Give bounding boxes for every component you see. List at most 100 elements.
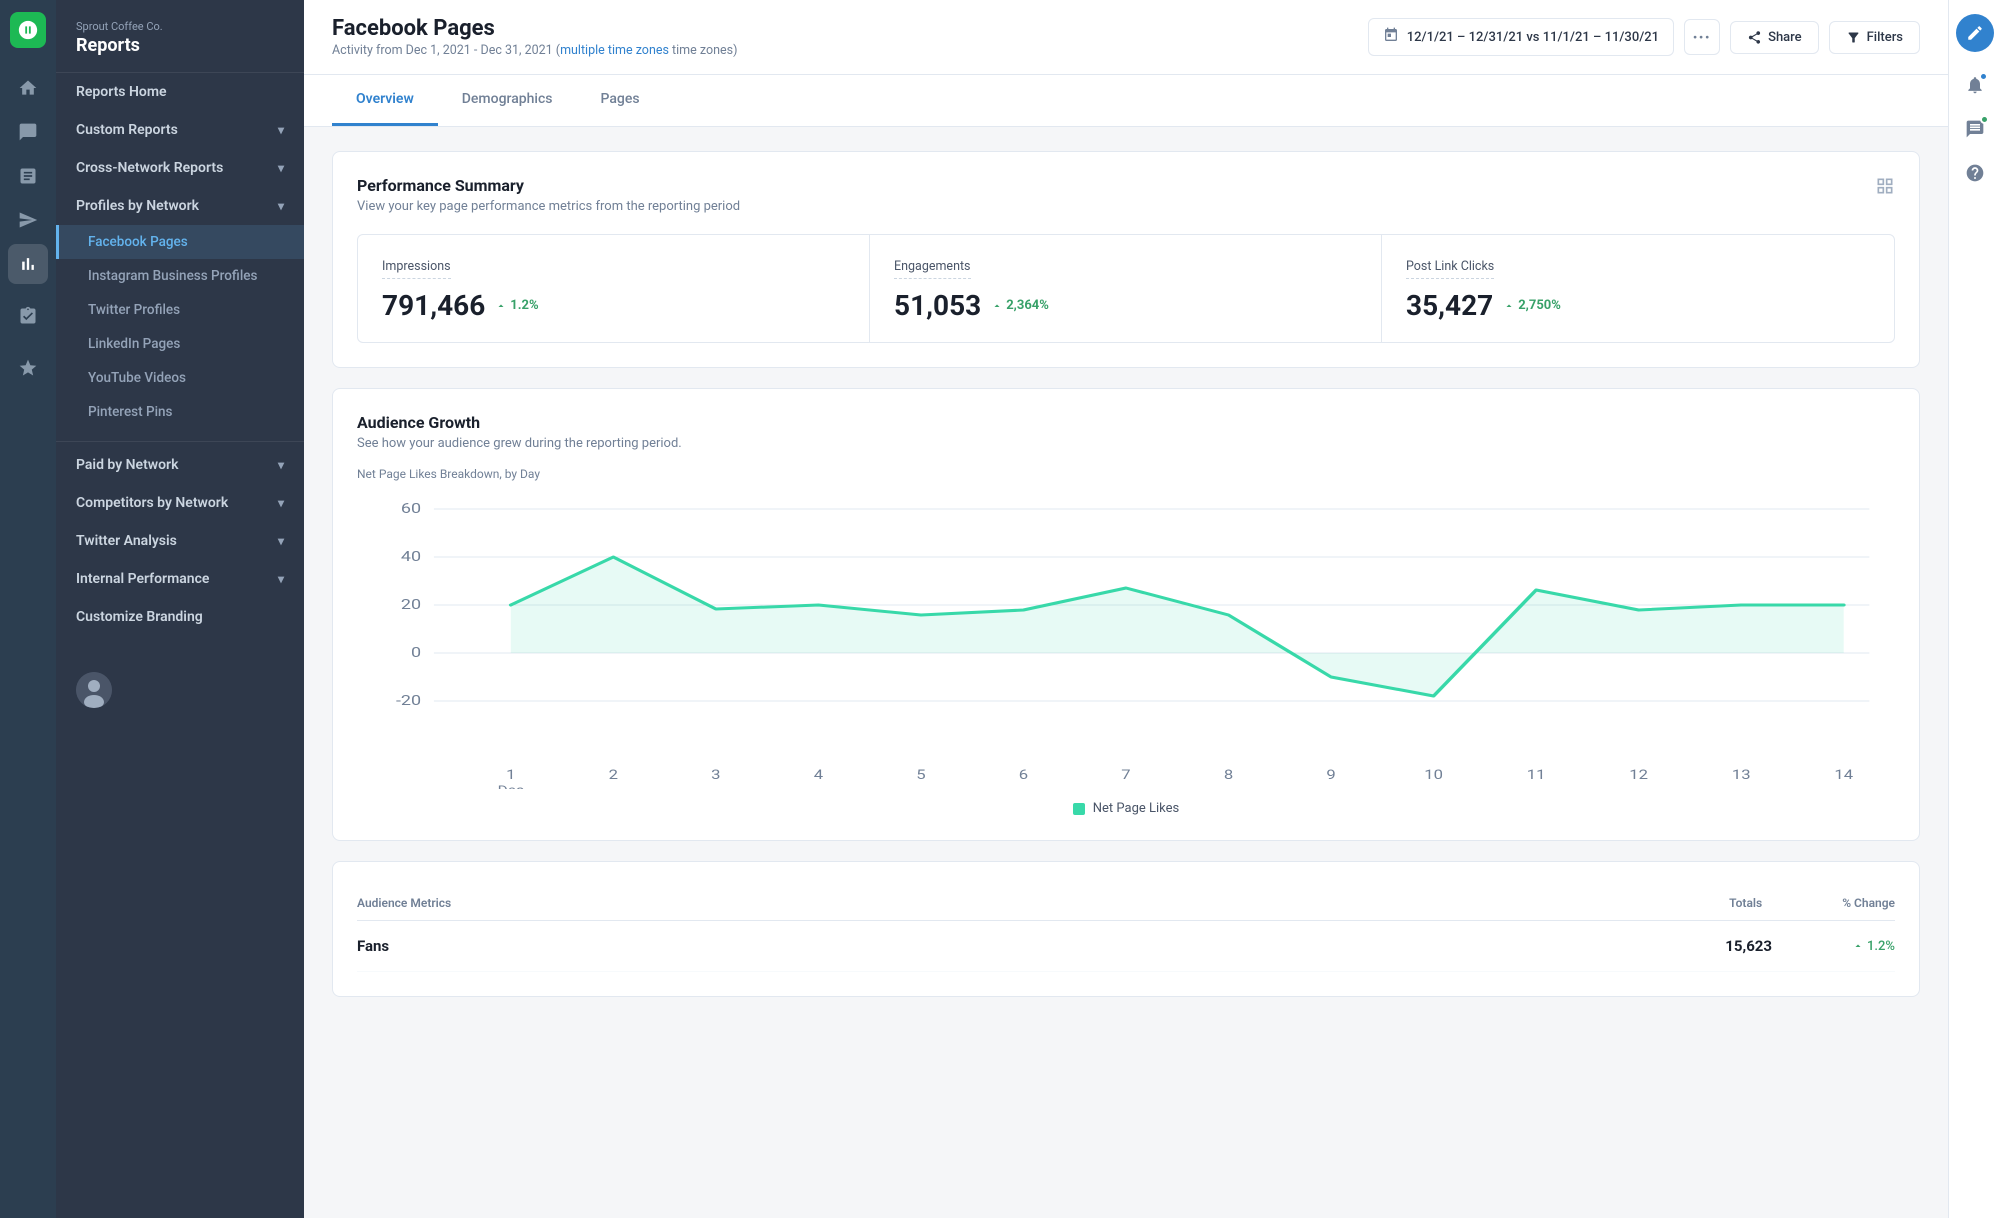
sidebar-sub-pinterest-pins[interactable]: Pinterest Pins [56,395,304,429]
profiles-by-network-label: Profiles by Network [76,198,199,214]
fans-label: Fans [357,937,389,955]
fans-change: 1.2% [1852,939,1895,954]
sidebar-sub-linkedin-pages[interactable]: LinkedIn Pages [56,327,304,361]
engagements-value: 51,053 2,364% [894,289,1357,322]
nav-icon-reports[interactable] [8,244,48,284]
chevron-icon: ▾ [278,123,284,137]
sidebar-item-customize-branding[interactable]: Customize Branding [56,598,304,636]
engagements-label: Engagements [894,259,971,279]
impressions-value: 791,466 1.2% [382,289,845,322]
sidebar-item-profiles-by-network[interactable]: Profiles by Network ▾ [56,187,304,225]
nav-icon-messages[interactable] [8,112,48,152]
page-title-section: Facebook Pages Activity from Dec 1, 2021… [332,16,737,58]
youtube-label: YouTube Videos [88,370,186,386]
svg-text:2: 2 [609,767,618,783]
help-button[interactable] [1956,154,1994,192]
audience-growth-card: Audience Growth See how your audience gr… [332,388,1920,841]
audience-growth-chart: 60 40 20 0 -20 1 Dec 2 3 4 5 6 7 8 9 1 [357,489,1895,789]
metrics-row: Impressions 791,466 1.2% Engagements 51,… [357,234,1895,343]
sidebar-sub-instagram-business[interactable]: Instagram Business Profiles [56,259,304,293]
company-name: Sprout Coffee Co. [76,20,284,33]
chevron-icon: ▾ [278,458,284,472]
post-link-clicks-label: Post Link Clicks [1406,259,1494,279]
svg-text:9: 9 [1326,767,1335,783]
chart-label: Net Page Likes Breakdown, by Day [357,467,1895,481]
metric-impressions: Impressions 791,466 1.2% [358,235,870,342]
notification-button[interactable] [1956,66,1994,104]
cross-network-label: Cross-Network Reports [76,160,223,176]
svg-text:7: 7 [1121,767,1130,783]
nav-icon-publish[interactable] [8,200,48,240]
impressions-label: Impressions [382,259,451,279]
col-metric: Audience Metrics [357,896,451,910]
svg-text:13: 13 [1732,767,1751,783]
share-label: Share [1768,30,1802,45]
sidebar-item-paid-by-network[interactable]: Paid by Network ▾ [56,446,304,484]
more-button[interactable]: ••• [1684,19,1720,55]
svg-text:20: 20 [401,596,421,613]
user-avatar-area[interactable] [56,656,304,724]
table-row: Fans 15,623 1.2% [357,921,1895,972]
nav-icon-star[interactable] [8,348,48,388]
facebook-pages-label: Facebook Pages [88,234,188,250]
col-totals: Totals [1729,896,1762,910]
nav-icon-inbox[interactable] [8,156,48,196]
page-title: Facebook Pages [332,16,737,41]
linkedin-label: LinkedIn Pages [88,336,180,352]
user-avatar [76,672,112,708]
nav-icon-home[interactable] [8,68,48,108]
chart-svg: 60 40 20 0 -20 1 Dec 2 3 4 5 6 7 8 9 1 [357,489,1895,789]
svg-text:60: 60 [401,500,421,517]
more-icon: ••• [1693,31,1711,44]
main-content: Facebook Pages Activity from Dec 1, 2021… [304,0,1948,1218]
section-title: Reports [76,35,284,56]
sidebar-sub-youtube-videos[interactable]: YouTube Videos [56,361,304,395]
tab-demographics[interactable]: Demographics [438,75,577,126]
audience-metrics-card: Audience Metrics Totals % Change Fans 15… [332,861,1920,997]
metric-post-link-clicks: Post Link Clicks 35,427 2,750% [1382,235,1894,342]
legend-label: Net Page Likes [1093,801,1180,816]
share-button[interactable]: Share [1730,21,1819,54]
chevron-icon: ▾ [278,572,284,586]
chat-dot [1980,115,1989,124]
chevron-icon: ▾ [278,534,284,548]
svg-text:14: 14 [1834,767,1853,783]
sidebar-item-cross-network[interactable]: Cross-Network Reports ▾ [56,149,304,187]
filters-button[interactable]: Filters [1829,21,1920,54]
calendar-icon [1383,27,1399,47]
svg-text:40: 40 [401,548,421,565]
sidebar-item-twitter-analysis[interactable]: Twitter Analysis ▾ [56,522,304,560]
chevron-icon: ▾ [278,161,284,175]
date-range-text: 12/1/21 – 12/31/21 vs 11/1/21 – 11/30/21 [1407,30,1659,45]
svg-text:12: 12 [1629,767,1648,783]
sidebar-item-reports-home[interactable]: Reports Home [56,73,304,111]
chevron-icon: ▾ [278,199,284,213]
customize-branding-label: Customize Branding [76,609,203,625]
top-header: Facebook Pages Activity from Dec 1, 2021… [304,0,1948,75]
competitors-label: Competitors by Network [76,495,228,511]
svg-text:11: 11 [1527,767,1546,783]
sidebar-item-internal-performance[interactable]: Internal Performance ▾ [56,560,304,598]
sidebar-item-competitors-by-network[interactable]: Competitors by Network ▾ [56,484,304,522]
timezone-link[interactable]: multiple time zones [560,43,669,58]
chat-button[interactable] [1956,110,1994,148]
perf-title: Performance Summary [357,176,1895,195]
nav-icon-tasks[interactable] [8,296,48,336]
tab-overview[interactable]: Overview [332,75,438,126]
post-link-clicks-value: 35,427 2,750% [1406,289,1870,322]
tab-pages[interactable]: Pages [577,75,664,126]
compose-button[interactable] [1956,14,1994,52]
svg-text:3: 3 [711,767,720,783]
legend-dot [1073,803,1085,815]
sidebar-sub-twitter-profiles[interactable]: Twitter Profiles [56,293,304,327]
performance-summary-card: Performance Summary View your key page p… [332,151,1920,368]
svg-text:0: 0 [411,644,421,661]
impressions-change: 1.2% [495,298,538,313]
sidebar-sub-facebook-pages[interactable]: Facebook Pages [56,225,304,259]
grid-icon[interactable] [1875,176,1895,201]
date-picker-button[interactable]: 12/1/21 – 12/31/21 vs 11/1/21 – 11/30/21 [1368,18,1674,56]
sidebar-header: Sprout Coffee Co. Reports [56,0,304,73]
right-panel [1948,0,2000,1218]
sidebar-item-custom-reports[interactable]: Custom Reports ▾ [56,111,304,149]
chevron-icon: ▾ [278,496,284,510]
